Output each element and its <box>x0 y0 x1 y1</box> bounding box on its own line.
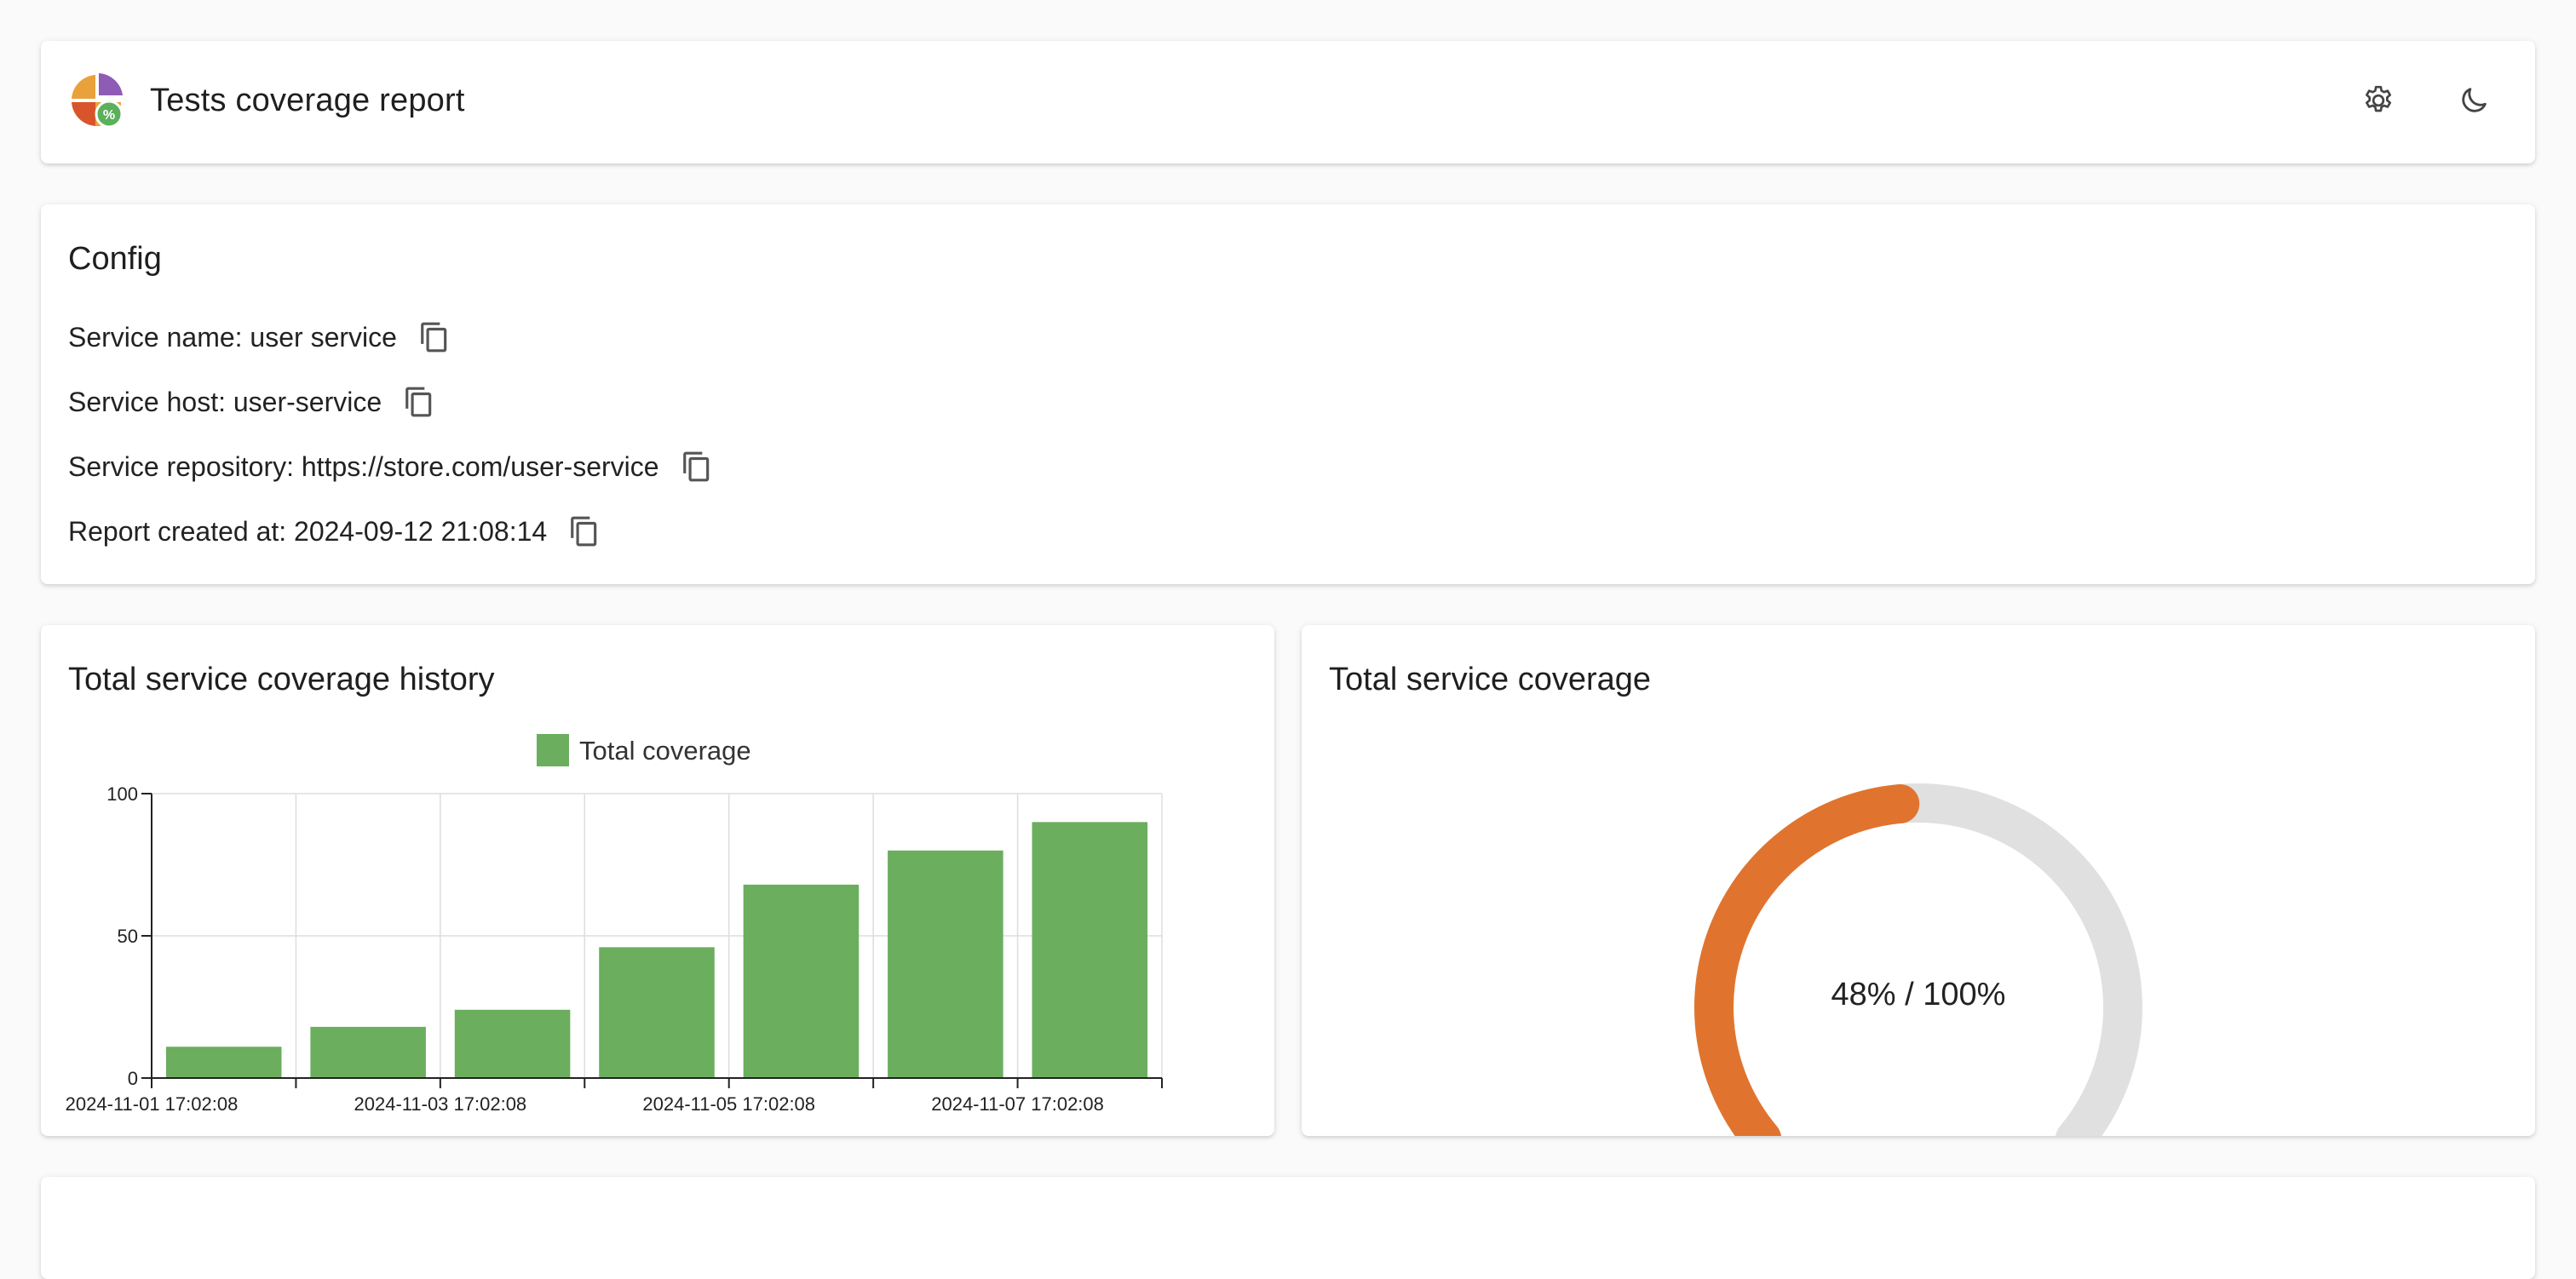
total-coverage-card: Total service coverage 48% / 100% <box>1302 625 2535 1136</box>
svg-text:%: % <box>103 108 115 123</box>
copy-icon <box>421 322 447 353</box>
bar-total-coverage <box>454 1009 571 1078</box>
gauge-fill <box>1694 783 1920 1136</box>
bar-total-coverage <box>165 1047 282 1078</box>
config-card: Config Service name: user service Servic… <box>41 204 2535 584</box>
copy-icon <box>682 451 709 482</box>
legend-label: Total coverage <box>579 736 751 766</box>
config-row-service-host: Service host: user-service <box>68 381 440 422</box>
settings-button[interactable] <box>2353 77 2404 128</box>
y-tick-label: 0 <box>128 1068 138 1089</box>
service-name-text: Service name: user service <box>68 322 397 353</box>
app-header: % Tests coverage report <box>41 41 2535 163</box>
config-row-report-created: Report created at: 2024-09-12 21:08:14 <box>68 511 605 552</box>
x-tick-label: 2024-11-07 17:02:08 <box>931 1093 1104 1115</box>
pie-chart-percent-logo-icon: % <box>66 70 128 131</box>
next-section-card <box>41 1177 2535 1279</box>
config-title: Config <box>68 241 162 277</box>
bar-total-coverage <box>1032 822 1148 1078</box>
copy-icon <box>405 387 432 417</box>
config-row-service-name: Service name: user service <box>68 317 455 358</box>
x-tick-label: 2024-11-05 17:02:08 <box>642 1093 815 1115</box>
moon-icon <box>2457 83 2491 122</box>
dark-mode-toggle[interactable] <box>2448 77 2499 128</box>
y-tick-label: 100 <box>106 783 138 805</box>
copy-service-host-button[interactable] <box>399 381 440 422</box>
copy-report-created-button[interactable] <box>564 511 605 552</box>
bar-total-coverage <box>310 1026 426 1078</box>
gear-icon <box>2361 83 2395 122</box>
report-created-text: Report created at: 2024-09-12 21:08:14 <box>68 516 548 547</box>
gauge-value-label: 48% / 100% <box>1831 977 2006 1012</box>
copy-service-name-button[interactable] <box>414 317 455 358</box>
copy-icon <box>571 516 597 547</box>
y-tick-label: 50 <box>118 926 138 947</box>
service-host-text: Service host: user-service <box>68 387 382 417</box>
legend-swatch <box>537 734 569 766</box>
bar-total-coverage <box>888 850 1003 1078</box>
x-tick-label: 2024-11-03 17:02:08 <box>354 1093 527 1115</box>
bar-total-coverage <box>599 947 715 1078</box>
coverage-history-card: Total service coverage history Total cov… <box>41 625 1274 1136</box>
coverage-gauge: 48% / 100% <box>1694 783 2142 1136</box>
config-row-service-repository: Service repository: https://store.com/us… <box>68 446 717 487</box>
service-repository-text: Service repository: https://store.com/us… <box>68 451 659 482</box>
bar-total-coverage <box>743 884 860 1078</box>
copy-service-repository-button[interactable] <box>676 446 717 487</box>
app-title: Tests coverage report <box>150 83 465 118</box>
x-tick-label: 2024-11-01 17:02:08 <box>66 1093 239 1115</box>
coverage-history-chart: Total coverage 0 50 100 2024-11-01 17:02:08 2… <box>66 734 1163 1115</box>
